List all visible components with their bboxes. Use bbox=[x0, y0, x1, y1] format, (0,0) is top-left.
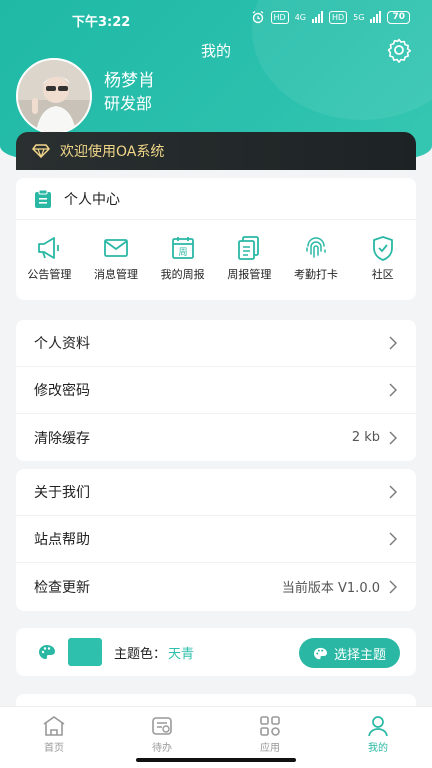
choose-theme-button[interactable]: 选择主题 bbox=[298, 638, 400, 668]
user-department: 研发部 bbox=[104, 94, 153, 113]
network-4g-label: 4G bbox=[294, 12, 306, 22]
settings-gear-icon[interactable] bbox=[386, 37, 412, 63]
tab-mine[interactable]: 我的 bbox=[324, 707, 432, 768]
menu-row-profile[interactable]: 个人资料 bbox=[16, 320, 416, 367]
personal-center-card: 个人中心 公告管理 消息管理 周 我的周报 周报管理 考勤打卡 社区 bbox=[16, 178, 416, 300]
menu-label: 站点帮助 bbox=[34, 532, 90, 548]
settings-group-1: 个人资料 修改密码 清除缓存 2 kb bbox=[16, 320, 416, 461]
menu-label: 个人资料 bbox=[34, 336, 90, 352]
quick-item-label: 公告管理 bbox=[27, 268, 72, 281]
tab-label: 应用 bbox=[260, 743, 280, 754]
menu-label: 检查更新 bbox=[34, 579, 90, 596]
todo-icon bbox=[152, 717, 172, 735]
chevron-right-icon bbox=[389, 532, 397, 546]
menu-row-clear-cache[interactable]: 清除缓存 2 kb bbox=[16, 414, 416, 461]
quick-item-label: 周报管理 bbox=[227, 268, 272, 281]
cache-size: 2 kb bbox=[351, 430, 380, 445]
choose-theme-label: 选择主题 bbox=[333, 647, 386, 663]
quick-item-label: 消息管理 bbox=[94, 268, 138, 281]
home-icon bbox=[43, 716, 65, 736]
welcome-banner: 欢迎使用OA系统 bbox=[16, 132, 416, 170]
quick-item-label: 社区 bbox=[371, 268, 394, 281]
apps-icon bbox=[260, 716, 280, 736]
chevron-right-icon bbox=[389, 580, 397, 593]
calendar-week-icon: 周 bbox=[171, 237, 194, 259]
personal-center-header: 个人中心 bbox=[16, 178, 416, 220]
settings-group-2: 关于我们 站点帮助 检查更新 当前版本 V1.0.0 bbox=[16, 469, 416, 611]
alarm-icon bbox=[252, 11, 263, 24]
menu-row-about[interactable]: 关于我们 bbox=[16, 469, 416, 516]
avatar-photo bbox=[18, 60, 90, 132]
shield-check-icon bbox=[372, 236, 393, 261]
avatar[interactable] bbox=[16, 58, 92, 134]
menu-row-help[interactable]: 站点帮助 bbox=[16, 516, 416, 563]
version-value: 当前版本 V1.0.0 bbox=[281, 581, 380, 596]
signal-icon bbox=[311, 11, 323, 23]
menu-row-check-update[interactable]: 检查更新 当前版本 V1.0.0 bbox=[16, 563, 416, 610]
network-5g-label: 5G bbox=[353, 12, 365, 22]
hd-badge: HD bbox=[270, 10, 289, 24]
theme-label: 主题色： bbox=[114, 646, 167, 662]
quick-item-label: 我的周报 bbox=[160, 268, 205, 281]
home-indicator bbox=[136, 758, 296, 762]
tab-label: 首页 bbox=[44, 743, 64, 754]
svg-text:周: 周 bbox=[178, 247, 187, 258]
page-title: 我的 bbox=[200, 42, 231, 60]
quick-item-label: 考勤打卡 bbox=[294, 268, 339, 281]
chevron-right-icon bbox=[389, 431, 397, 444]
quick-item-weekly-management[interactable]: 周报管理 bbox=[216, 234, 283, 282]
menu-label: 修改密码 bbox=[34, 383, 90, 399]
documents-icon bbox=[238, 236, 260, 260]
quick-item-my-weekly[interactable]: 周 我的周报 bbox=[149, 234, 216, 282]
chevron-right-icon bbox=[389, 336, 397, 350]
chevron-right-icon bbox=[389, 383, 397, 397]
welcome-text: 欢迎使用OA系统 bbox=[60, 144, 165, 160]
user-icon bbox=[368, 716, 388, 737]
fingerprint-icon bbox=[306, 237, 326, 258]
theme-value: 天青 bbox=[168, 646, 195, 662]
tab-home[interactable]: 首页 bbox=[0, 707, 108, 768]
hd-badge-2: HD bbox=[328, 10, 348, 24]
theme-card: 主题色： 天青 选择主题 bbox=[16, 628, 416, 676]
quick-item-attendance[interactable]: 考勤打卡 bbox=[283, 234, 350, 282]
menu-label: 清除缓存 bbox=[34, 430, 90, 447]
theme-color-swatch[interactable] bbox=[68, 638, 102, 666]
chevron-right-icon bbox=[389, 485, 397, 499]
quick-item-announcements[interactable]: 公告管理 bbox=[16, 234, 83, 282]
user-name: 杨梦肖 bbox=[104, 71, 155, 91]
menu-label: 关于我们 bbox=[34, 485, 90, 501]
tab-label: 我的 bbox=[368, 743, 388, 754]
mail-icon bbox=[104, 239, 128, 257]
palette-icon bbox=[39, 645, 55, 659]
megaphone-icon bbox=[38, 237, 60, 259]
quick-item-community[interactable]: 社区 bbox=[349, 234, 416, 282]
status-icons: HD 4G HD 5G 70 bbox=[251, 10, 410, 24]
tab-label: 待办 bbox=[152, 743, 172, 754]
battery-indicator: 70 bbox=[387, 10, 410, 24]
diamond-icon bbox=[32, 144, 50, 158]
status-time: 下午3:22 bbox=[72, 15, 131, 30]
menu-row-change-password[interactable]: 修改密码 bbox=[16, 367, 416, 414]
palette-icon bbox=[313, 647, 327, 659]
status-bar: 下午3:22 HD 4G HD 5G 70 bbox=[0, 0, 432, 38]
clipboard-icon bbox=[35, 189, 51, 208]
quick-item-messages[interactable]: 消息管理 bbox=[83, 234, 150, 282]
quick-actions: 公告管理 消息管理 周 我的周报 周报管理 考勤打卡 社区 bbox=[16, 234, 416, 282]
personal-center-title: 个人中心 bbox=[64, 191, 120, 208]
signal-icon-2 bbox=[370, 11, 382, 23]
